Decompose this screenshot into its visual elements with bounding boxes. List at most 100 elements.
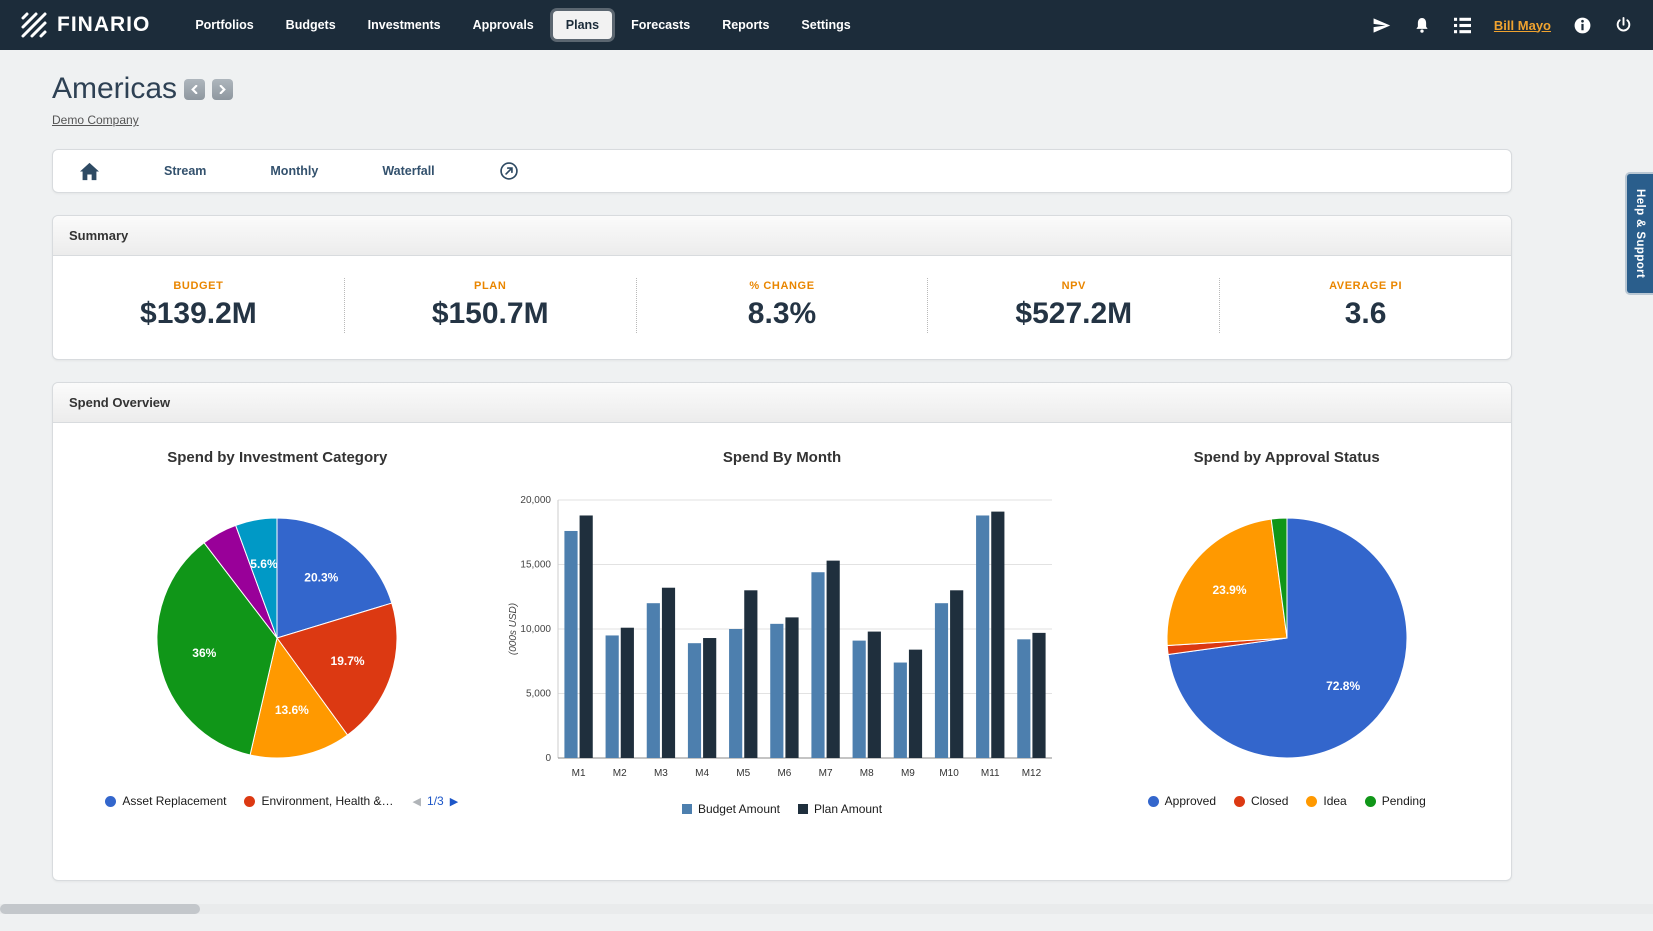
bar-plan-amount[interactable] (703, 638, 716, 758)
legend-item[interactable]: Pending (1365, 794, 1426, 808)
x-tick-label: M11 (981, 768, 1000, 779)
stat-value: $150.7M (355, 297, 626, 331)
chart-approval-status: Spend by Approval Status 72.8%23.9% Appr… (1076, 449, 1497, 808)
help-support-tab[interactable]: Help & Support (1625, 172, 1653, 295)
approval-status-pie[interactable]: 72.8%23.9% (1163, 514, 1411, 762)
power-icon[interactable] (1614, 16, 1633, 35)
bar-plan-amount[interactable] (868, 632, 881, 758)
legend-item[interactable]: Closed (1234, 794, 1288, 808)
x-tick-label: M5 (736, 768, 750, 779)
bar-budget-amount[interactable] (1017, 639, 1030, 758)
bar-plan-amount[interactable] (827, 561, 840, 758)
legend-item[interactable]: Environment, Health &… (244, 794, 393, 808)
legend-item[interactable]: Plan Amount (798, 802, 882, 816)
spend-overview-card: Spend Overview Spend by Investment Categ… (52, 382, 1512, 881)
bar-budget-amount[interactable] (729, 629, 742, 758)
bar-budget-amount[interactable] (811, 572, 824, 758)
bar-budget-amount[interactable] (894, 663, 907, 758)
bar-budget-amount[interactable] (647, 603, 660, 758)
bar-budget-amount[interactable] (770, 624, 783, 758)
spend-by-month-bar-chart[interactable]: 05,00010,00015,00020,000(000s USD)M1M2M3… (502, 488, 1062, 788)
x-tick-label: M1 (572, 768, 586, 779)
bar-budget-amount[interactable] (935, 603, 948, 758)
bar-budget-amount[interactable] (564, 531, 577, 758)
stat-value: 3.6 (1230, 297, 1501, 331)
investment-category-legend: Asset ReplacementEnvironment, Health &… … (96, 794, 458, 808)
summary-header: Summary (53, 216, 1511, 256)
x-tick-label: M7 (819, 768, 833, 779)
home-icon[interactable] (79, 162, 100, 181)
legend-label: Environment, Health &… (261, 794, 393, 808)
pager-next-icon[interactable]: ▶ (450, 795, 458, 808)
nav-item-budgets[interactable]: Budgets (273, 11, 349, 39)
bar-plan-amount[interactable] (621, 628, 634, 758)
brand[interactable]: FINARIO (20, 11, 150, 39)
send-icon[interactable] (1372, 16, 1391, 35)
investment-category-pie[interactable]: 20.3%19.7%13.6%36%5.6% (153, 514, 401, 762)
legend-swatch (1306, 796, 1317, 807)
summary-stat: NPV$527.2M (927, 278, 1219, 333)
bar-plan-amount[interactable] (1032, 633, 1045, 758)
y-tick-label: 0 (545, 753, 551, 764)
y-tick-label: 10,000 (520, 624, 551, 635)
compass-icon[interactable] (499, 161, 519, 181)
info-icon[interactable] (1573, 16, 1592, 35)
nav-item-forecasts[interactable]: Forecasts (618, 11, 703, 39)
approval-status-legend-items: Approved Closed Idea Pending (1139, 794, 1435, 808)
nav-item-investments[interactable]: Investments (355, 11, 454, 39)
chart-spend-by-month: Spend By Month 05,00010,00015,00020,000(… (488, 449, 1077, 816)
toolbar-link-stream[interactable]: Stream (164, 164, 206, 178)
bar-budget-amount[interactable] (688, 643, 701, 758)
legend-item[interactable]: Approved (1148, 794, 1216, 808)
stat-value: $139.2M (63, 297, 334, 331)
legend-swatch (682, 804, 692, 814)
pager-prev-icon[interactable]: ◀ (413, 795, 421, 808)
company-link[interactable]: Demo Company (52, 113, 139, 127)
finario-logo-icon (20, 11, 48, 39)
nav-item-plans[interactable]: Plans (553, 11, 612, 39)
bell-icon[interactable] (1413, 16, 1431, 35)
legend-item[interactable]: Asset Replacement (105, 794, 226, 808)
stat-label: NPV (938, 280, 1209, 292)
prev-button[interactable] (184, 79, 205, 100)
bar-budget-amount[interactable] (853, 641, 866, 758)
toolbar-link-monthly[interactable]: Monthly (270, 164, 318, 178)
bar-budget-amount[interactable] (606, 635, 619, 758)
bar-plan-amount[interactable] (580, 515, 593, 758)
y-axis-label: (000s USD) (508, 603, 519, 655)
nav-item-portfolios[interactable]: Portfolios (182, 11, 266, 39)
summary-card: Summary BUDGET$139.2MPLAN$150.7M% CHANGE… (52, 215, 1512, 360)
horizontal-scrollbar[interactable] (0, 904, 1653, 914)
nav-item-settings[interactable]: Settings (788, 11, 863, 39)
next-button[interactable] (212, 79, 233, 100)
legend-swatch (244, 796, 255, 807)
summary-stat: AVERAGE PI3.6 (1219, 278, 1511, 333)
stat-label: % CHANGE (647, 280, 918, 292)
toolbar-link-waterfall[interactable]: Waterfall (382, 164, 434, 178)
bar-plan-amount[interactable] (950, 590, 963, 758)
summary-stat: % CHANGE8.3% (636, 278, 928, 333)
nav-item-approvals[interactable]: Approvals (460, 11, 547, 39)
legend-label: Plan Amount (814, 802, 882, 816)
nav-right: Bill Mayo (1372, 16, 1633, 35)
bar-plan-amount[interactable] (909, 650, 922, 758)
bar-plan-amount[interactable] (785, 617, 798, 758)
legend-item[interactable]: Idea (1306, 794, 1346, 808)
bar-plan-amount[interactable] (991, 512, 1004, 758)
investment-category-legend-items: Asset Replacement Environment, Health &… (96, 794, 402, 808)
list-icon[interactable] (1453, 17, 1472, 34)
bar-plan-amount[interactable] (744, 590, 757, 758)
legend-swatch (1234, 796, 1245, 807)
x-tick-label: M12 (1022, 768, 1042, 779)
pie-slice-label: 36% (193, 646, 217, 660)
bar-budget-amount[interactable] (976, 515, 989, 758)
pager-label: 1/3 (427, 794, 444, 808)
user-link[interactable]: Bill Mayo (1494, 18, 1551, 33)
page-container: Americas Demo Company StreamMonthlyWater… (0, 50, 1653, 931)
y-tick-label: 5,000 (526, 689, 551, 700)
bar-plan-amount[interactable] (662, 588, 675, 758)
horizontal-scrollbar-thumb[interactable] (0, 904, 200, 914)
x-tick-label: M3 (654, 768, 668, 779)
legend-item[interactable]: Budget Amount (682, 802, 780, 816)
nav-item-reports[interactable]: Reports (709, 11, 782, 39)
